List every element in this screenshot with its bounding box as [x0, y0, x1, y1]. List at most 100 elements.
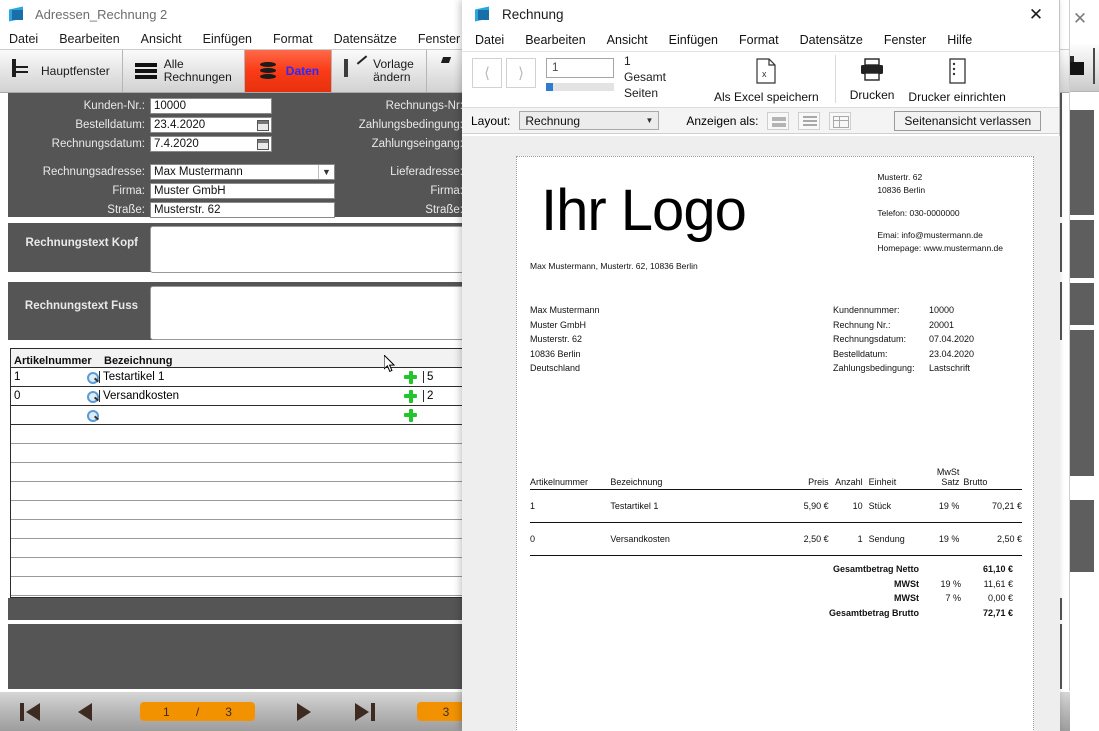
toolbar-button-hauptfenster[interactable]: Hauptfenster [0, 50, 123, 92]
column-header-mwst-line2: Satz [941, 477, 960, 488]
previous-page-button[interactable]: ⟨ [472, 58, 502, 88]
chevron-down-icon[interactable]: ▼ [645, 116, 653, 125]
print-button[interactable]: Drucken [850, 58, 894, 102]
zoom-slider[interactable] [546, 83, 614, 91]
toolbar-button-label-line2: Rechnungen [163, 70, 232, 84]
menu-item-hilfe[interactable]: Hilfe [947, 33, 972, 47]
meta-value: 20001 [929, 319, 955, 330]
table-view-icon[interactable] [829, 111, 852, 130]
invoice-table-row: 0 Versandkosten 2,50 € 1 Sendung 19 % 2,… [530, 523, 1022, 557]
field-label: Kunden-Nr.: [83, 99, 145, 112]
window-title: Adressen_Rechnung 2 [35, 6, 168, 22]
bestelldatum-input[interactable]: 23.4.2020 [150, 116, 272, 133]
cell-mwst: 19 % [938, 534, 960, 545]
field-label: Rechnungsdatum: [51, 137, 145, 150]
add-icon[interactable] [404, 389, 417, 403]
next-record-icon[interactable] [297, 702, 317, 721]
field-bestelldatum: Bestelldatum: 23.4.2020 [8, 116, 335, 133]
menu-item-datensaetze[interactable]: Datensätze [334, 32, 397, 46]
menu-item-datei[interactable]: Datei [9, 32, 38, 46]
close-icon[interactable]: ✕ [1025, 5, 1047, 25]
invoice-foot-text-label: Rechnungstext Fuss [24, 300, 138, 312]
meta-row: Zahlungsbedingung: Lastschrift [833, 361, 974, 376]
menu-item-bearbeiten[interactable]: Bearbeiten [525, 33, 585, 47]
column-header-bezeichnung[interactable]: Bezeichnung [101, 355, 421, 367]
total-row: MWSt 7 % 0,00 € [777, 591, 1013, 606]
firma-input[interactable]: Muster GmbH [150, 182, 335, 199]
cell-artikelnummer[interactable]: 1 [11, 371, 86, 383]
kunden-nr-input[interactable]: 10000 [150, 97, 272, 114]
menu-item-ansicht[interactable]: Ansicht [141, 32, 182, 46]
total-value: 11,61 € [983, 578, 1013, 589]
preview-window-titlebar: Rechnung ✕ [462, 0, 1059, 29]
chevron-down-icon[interactable]: ▼ [318, 164, 334, 179]
menu-item-ansicht[interactable]: Ansicht [607, 33, 648, 47]
cell-anzahl: 10 [852, 501, 863, 512]
cell-preis: 2,50 € [803, 534, 829, 545]
rechnungsdatum-input[interactable]: 7.4.2020 [150, 135, 272, 152]
meta-row: Bestelldatum: 23.04.2020 [833, 347, 974, 362]
strasse-input[interactable]: Musterstr. 62 [150, 201, 335, 218]
close-icon[interactable]: ✕ [1069, 8, 1091, 30]
company-street: Mustertr. 62 [877, 172, 923, 182]
layout-label: Layout: [471, 113, 511, 128]
next-page-button[interactable]: ⟩ [506, 58, 536, 88]
toolbar-button-alle-rechnungen[interactable]: Alle Rechnungen [123, 50, 245, 92]
cell-einheit: Stück [868, 501, 892, 512]
first-record-icon[interactable] [20, 702, 40, 721]
rechnungsadresse-select[interactable]: Max Mustermann ▼ [150, 163, 335, 180]
list-view-icon[interactable] [798, 111, 821, 130]
add-icon[interactable] [404, 408, 417, 422]
cell-bezeichnung[interactable]: Versandkosten [99, 390, 404, 402]
save-as-excel-button[interactable]: x Als Excel speichern [714, 58, 819, 104]
calendar-icon[interactable] [257, 138, 269, 150]
total-label: MWSt [894, 593, 919, 604]
menu-item-format[interactable]: Format [739, 33, 779, 47]
cell-artikelnummer[interactable]: 0 [11, 390, 86, 402]
toolbar-button-label: Hauptfenster [41, 64, 110, 78]
leave-preview-button[interactable]: Seitenansicht verlassen [894, 110, 1042, 131]
field-label: Lieferadresse: [390, 165, 463, 178]
toolbar-button-daten[interactable]: Daten [244, 50, 333, 92]
layout-select[interactable]: Rechnung ▼ [519, 111, 660, 130]
search-icon[interactable] [86, 390, 99, 403]
meta-row: Rechnung Nr.: 20001 [833, 318, 974, 333]
menu-item-fenster[interactable]: Fenster [884, 33, 926, 47]
box-icon [439, 61, 461, 81]
menu-item-einfuegen[interactable]: Einfügen [669, 33, 718, 47]
toolbar-button-vorlage-aendern[interactable]: Vorlage ändern [332, 50, 427, 92]
page-indicator[interactable]: 1 / 3 [140, 702, 255, 721]
menu-item-datensaetze[interactable]: Datensätze [800, 33, 863, 47]
cell-bezeichnung: Testartikel 1 [610, 501, 659, 512]
invoice-table-row: 1 Testartikel 1 5,90 € 10 Stück 19 % 70,… [530, 490, 1022, 524]
toolbar-button-label: Daten [285, 64, 320, 78]
search-icon[interactable] [86, 409, 99, 422]
total-row: Gesamtbetrag Netto 61,10 € [777, 562, 1013, 577]
page-number-input[interactable]: 1 [546, 58, 614, 78]
calendar-icon[interactable] [257, 119, 269, 131]
slider-thumb[interactable] [546, 83, 553, 91]
save-as-excel-label: Als Excel speichern [714, 90, 819, 104]
menu-item-datei[interactable]: Datei [475, 33, 504, 47]
field-label: Zahlungseingang: [371, 137, 463, 150]
chevron-right-icon: ⟩ [518, 65, 524, 82]
menu-item-einfuegen[interactable]: Einfügen [203, 32, 252, 46]
form-view-icon[interactable] [767, 111, 790, 130]
menu-item-bearbeiten[interactable]: Bearbeiten [59, 32, 119, 46]
field-firma: Firma: Muster GmbH [8, 182, 335, 199]
pencil-icon [344, 59, 366, 81]
printer-setup-button[interactable]: Drucker einrichten [908, 58, 1006, 104]
menu-item-format[interactable]: Format [273, 32, 313, 46]
search-icon[interactable] [86, 371, 99, 384]
cell-artikelnummer: 0 [530, 534, 536, 545]
add-icon[interactable] [404, 370, 417, 384]
cell-bezeichnung[interactable]: Testartikel 1 [99, 371, 404, 383]
previous-record-icon[interactable] [78, 702, 98, 721]
meta-key: Bestelldatum: [833, 348, 888, 359]
column-header-preis: Preis [808, 477, 829, 488]
column-header-bezeichnung: Bezeichnung [610, 477, 663, 488]
last-record-icon[interactable] [355, 702, 375, 721]
menu-item-fenster[interactable]: Fenster [418, 32, 460, 46]
column-header-artikelnummer[interactable]: Artikelnummer [11, 355, 101, 367]
meta-row: Kundennummer: 10000 [833, 303, 974, 318]
